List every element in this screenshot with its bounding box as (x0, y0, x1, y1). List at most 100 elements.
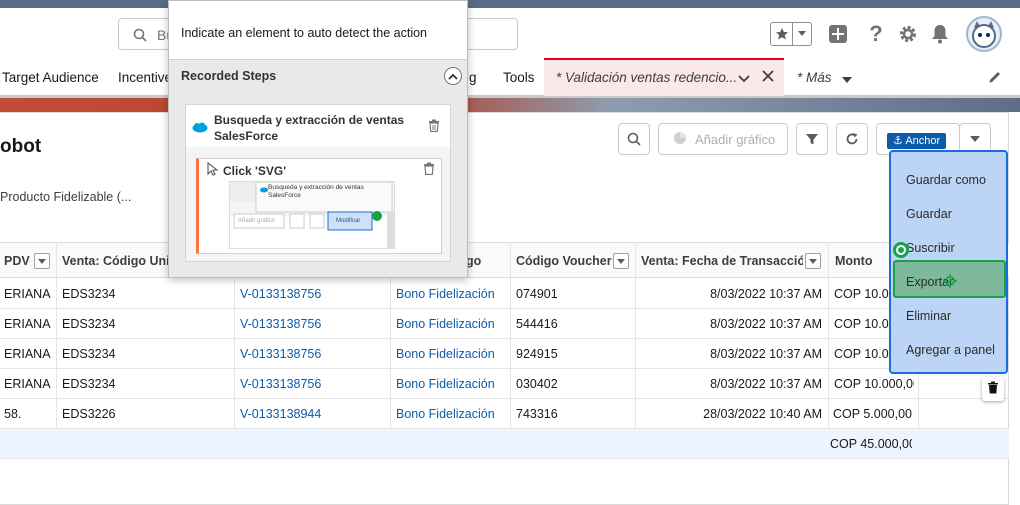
table-total-row: COP 45.000,00 (0, 429, 1009, 459)
cell-venta-link[interactable]: V-0133138756 (240, 279, 321, 309)
cell-tipo-link[interactable]: Bono Fidelización (396, 399, 495, 429)
column-menu-icon[interactable] (613, 253, 629, 269)
recorder-hint: Indicate an element to auto detect the a… (181, 26, 428, 40)
background-banner (0, 98, 1020, 112)
menu-item-suscribir[interactable]: Suscribir (906, 241, 955, 255)
star-icon[interactable] (771, 23, 793, 45)
cell-fecha: 28/03/2022 10:40 AM (703, 407, 822, 421)
cell-venta-link[interactable]: V-0133138756 (240, 309, 321, 339)
column-header-fecha-transaccion[interactable]: Venta: Fecha de Transacción (641, 243, 803, 279)
tab-validacion-ventas[interactable]: * Validación ventas redencio... (544, 58, 784, 96)
cell-tipo-link[interactable]: Bono Fidelización (396, 309, 495, 339)
gear-icon[interactable] (896, 22, 920, 46)
chevron-down-icon[interactable] (793, 23, 811, 45)
anchor-label: Anchor (905, 135, 941, 147)
actions-menu: Guardar como Guardar Suscribir Exportar … (889, 150, 1008, 374)
trash-icon (987, 381, 999, 397)
cell-venta-link[interactable]: V-0133138944 (240, 399, 321, 429)
table-row: ERIANA EDS3234 V-0133138756 Bono Fideliz… (0, 369, 1009, 399)
cell-pdv: ERIANA (4, 317, 51, 331)
cell-codigo: EDS3234 (62, 287, 116, 301)
recorded-steps-label: Recorded Steps (181, 69, 277, 83)
cell-venta-link[interactable]: V-0133138756 (240, 369, 321, 399)
recorded-steps-list: Busqueda y extracción de ventas SalesFor… (169, 93, 467, 277)
bell-icon[interactable] (928, 22, 952, 46)
filter-button[interactable] (796, 123, 828, 155)
column-menu-icon[interactable] (805, 253, 821, 269)
thumb-chart-label: Añadir gráfico (238, 218, 276, 224)
chevron-down-icon[interactable] (738, 71, 750, 86)
target-icon (893, 242, 909, 258)
close-icon[interactable] (762, 70, 774, 85)
column-header-codigo-voucher[interactable]: Código Voucher (516, 243, 616, 279)
cell-tipo-link[interactable]: Bono Fidelización (396, 369, 495, 399)
cell-codigo: EDS3234 (62, 317, 116, 331)
add-chart-button[interactable]: Añadir gráfico (658, 123, 788, 155)
recorder-panel: Indicate an element to auto detect the a… (168, 0, 468, 278)
cell-tipo-link[interactable]: Bono Fidelización (396, 339, 495, 369)
app-nav-bar: Target Audience Incentive g Tools * Vali… (0, 58, 1020, 98)
trash-icon[interactable] (428, 119, 440, 135)
nav-item-target-audience[interactable]: Target Audience (2, 70, 99, 85)
step-click-title: Click 'SVG' (205, 161, 286, 179)
help-icon[interactable]: ? (864, 22, 888, 46)
cell-monto: COP 10.000, (834, 347, 894, 361)
top-strip (0, 0, 1020, 8)
chevron-down-icon[interactable] (842, 72, 852, 87)
cell-voucher: 924915 (516, 347, 558, 361)
nav-item-partial[interactable]: g (469, 70, 477, 85)
step-group-header[interactable]: Busqueda y extracción de ventas SalesFor… (186, 105, 450, 147)
step-click[interactable]: Click 'SVG' Busqueda y extracción de ven… (196, 158, 442, 254)
step-screenshot-thumbnail: Busqueda y extracción de ventas SalesFor… (229, 181, 395, 249)
crosshair-icon (943, 274, 957, 291)
table-row: ERIANA EDS3234 V-0133138756 Bono Fideliz… (0, 279, 1009, 309)
thumb-title: Busqueda y extracción de ventas SalesFor… (268, 184, 364, 199)
menu-item-guardar-como[interactable]: Guardar como (906, 173, 986, 187)
menu-item-agregar-panel[interactable]: Agregar a panel (906, 343, 995, 357)
nav-item-tools[interactable]: Tools (503, 70, 535, 85)
refresh-button[interactable] (836, 123, 868, 155)
menu-item-eliminar[interactable]: Eliminar (906, 309, 951, 323)
anchor-badge: ⚓ Anchor (887, 133, 947, 149)
cell-fecha: 8/03/2022 10:37 AM (710, 317, 822, 331)
chevron-up-icon[interactable] (444, 67, 462, 85)
svg-text:?: ? (869, 23, 882, 45)
cell-venta-link[interactable]: V-0133138756 (240, 339, 321, 369)
cell-pdv: ERIANA (4, 287, 51, 301)
favorites-button[interactable] (770, 22, 812, 46)
salesforce-cloud-icon (192, 121, 208, 136)
step-group[interactable]: Busqueda y extracción de ventas SalesFor… (185, 104, 451, 262)
table-row: 58. EDS3226 V-0133138944 Bono Fidelizaci… (0, 399, 1009, 429)
cell-pdv: ERIANA (4, 377, 51, 391)
column-menu-icon[interactable] (34, 253, 50, 269)
column-header-pdv[interactable]: PDV (4, 243, 34, 279)
cell-codigo: EDS3226 (62, 407, 116, 421)
cell-monto: COP 5.000,00 (833, 407, 912, 421)
avatar[interactable] (966, 16, 1002, 52)
cell-total: COP 45.000,00 (830, 437, 912, 451)
add-icon[interactable] (826, 22, 850, 46)
column-header-monto[interactable]: Monto (835, 243, 885, 279)
nav-item-incentive[interactable]: Incentive (118, 70, 172, 85)
step-group-title: Busqueda y extracción de ventas SalesFor… (214, 113, 405, 143)
cell-voucher: 743316 (516, 407, 558, 421)
column-header-tipo[interactable]: go (466, 243, 496, 279)
global-header: Bu ? (0, 8, 1020, 58)
tab-label: * Validación ventas redencio... (556, 70, 738, 85)
menu-item-guardar[interactable]: Guardar (906, 207, 952, 221)
cell-tipo-link[interactable]: Bono Fidelización (396, 279, 495, 309)
cell-fecha: 8/03/2022 10:37 AM (710, 347, 822, 361)
pencil-icon[interactable] (988, 70, 1002, 87)
cell-codigo: EDS3234 (62, 377, 116, 391)
recorded-steps-header[interactable]: Recorded Steps (169, 59, 467, 93)
add-chart-label: Añadir gráfico (695, 131, 776, 147)
cell-voucher: 544416 (516, 317, 558, 331)
trash-icon[interactable] (423, 162, 435, 178)
delete-button[interactable] (982, 377, 1004, 401)
nav-more[interactable]: * Más (797, 70, 832, 85)
table-header: PDV Venta: Código Uni go Código Voucher … (0, 242, 1009, 278)
cell-pdv: ERIANA (4, 347, 51, 361)
search-report-button[interactable] (618, 123, 650, 155)
cell-pdv: 58. (4, 407, 22, 421)
column-header-codigo-unico[interactable]: Venta: Código Uni (62, 243, 170, 279)
